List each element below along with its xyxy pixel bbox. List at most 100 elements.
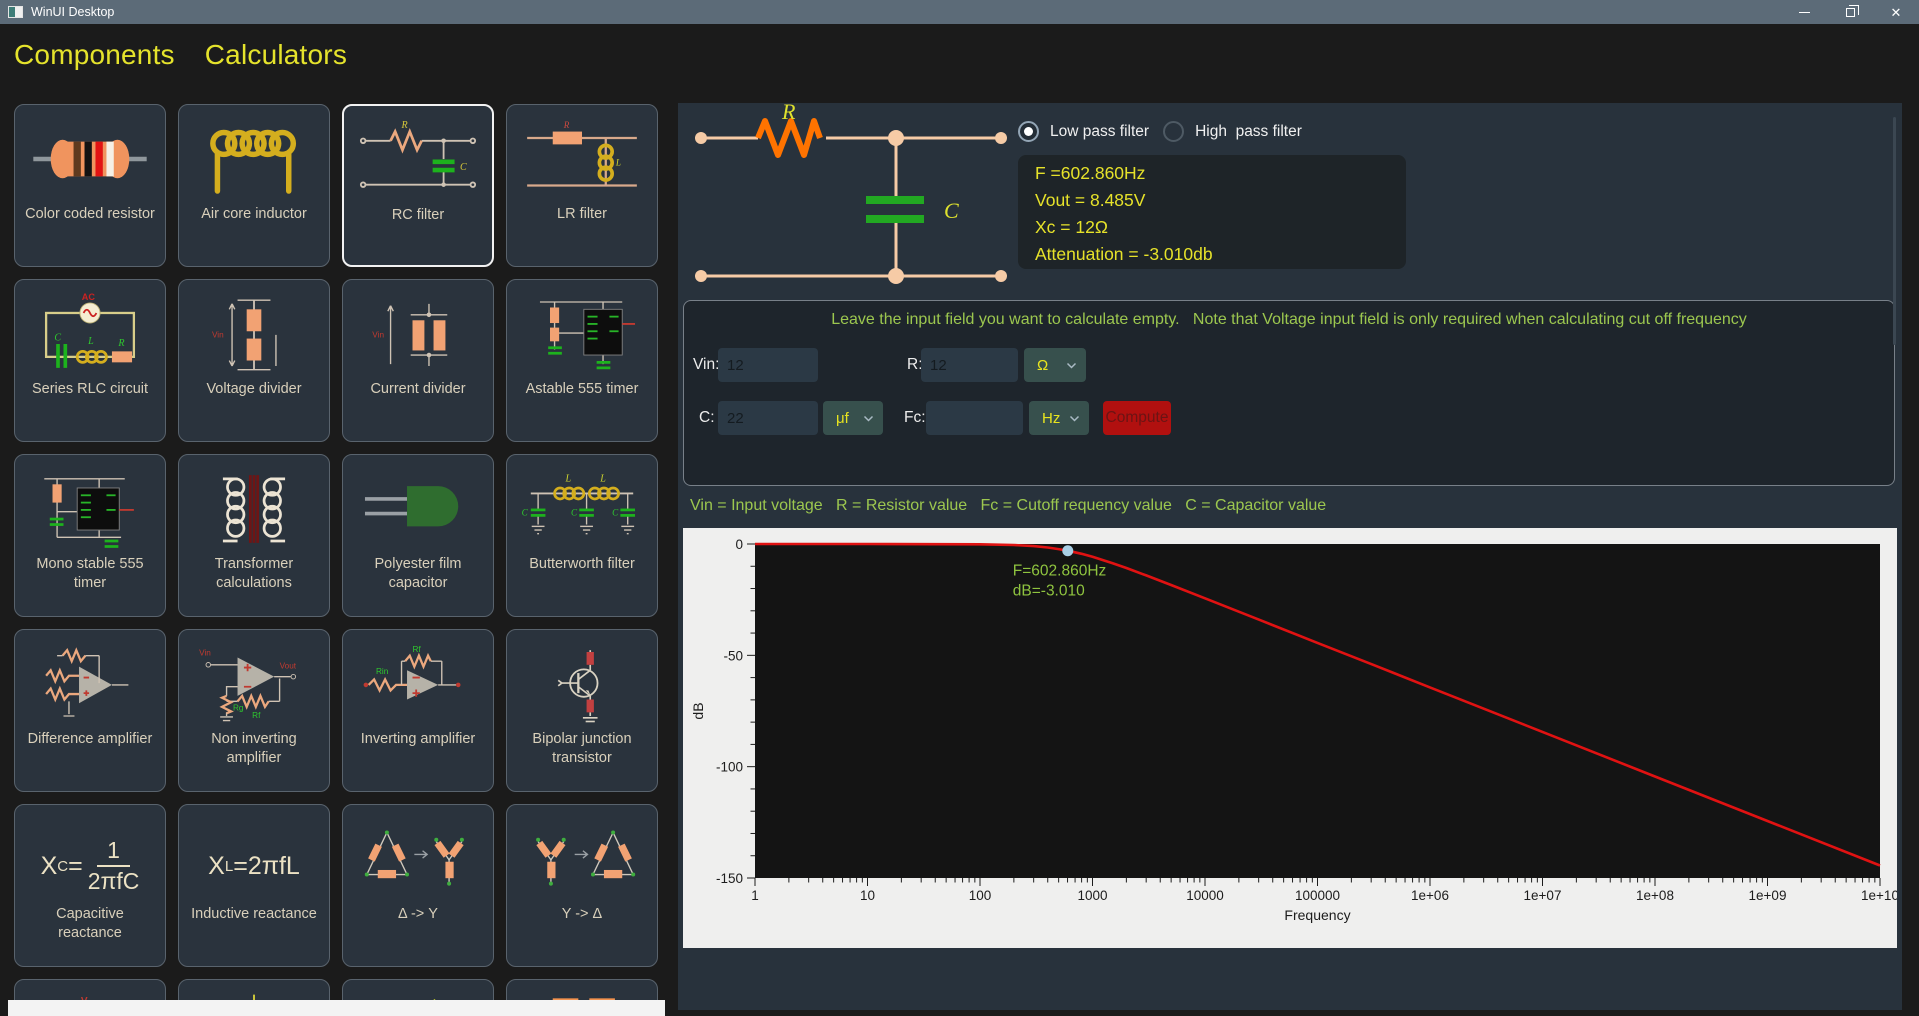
- polyester-film-capacitor-icon: [354, 455, 482, 555]
- component-card-series-rlc-circuit[interactable]: AC C L R Series RLC circuit: [14, 279, 166, 442]
- radio-dot: [1024, 127, 1033, 136]
- r-unit-select[interactable]: Ω: [1024, 348, 1086, 382]
- component-card-capacitive-reactance[interactable]: X C = 1 2πfC Capacitive reactance: [14, 804, 166, 967]
- result-line: Attenuation = -3.010db: [1035, 244, 1213, 264]
- c-label: C:: [699, 409, 715, 426]
- svg-text:Rf: Rf: [252, 711, 261, 720]
- component-card-non-inverting-amplifier[interactable]: Vin Vout Rf Rg Non inverting amplifier: [178, 629, 330, 792]
- c-unit-select[interactable]: μf: [823, 401, 883, 435]
- component-card-bipolar-junction-transistor[interactable]: Bipolar junction transistor: [506, 629, 658, 792]
- filter-type-radios: Low pass filter High pass filter: [1018, 121, 1316, 142]
- x-tick-label: 1e+08: [1636, 888, 1674, 903]
- close-icon: ✕: [1890, 4, 1902, 20]
- close-button[interactable]: ✕: [1873, 0, 1919, 24]
- fc-unit-select[interactable]: Hz: [1029, 401, 1089, 435]
- card-label: Δ -> Y: [398, 906, 438, 922]
- components-grid: Color coded resistor Air core inductor R C R…: [8, 86, 670, 1016]
- card-label: Color coded resistor: [25, 206, 155, 222]
- capacitor-plate-top: [866, 196, 924, 204]
- svg-text:Rf: Rf: [413, 645, 422, 654]
- svg-text:R: R: [401, 120, 408, 131]
- capacitor-plate-bottom: [866, 215, 924, 223]
- svg-text:L: L: [599, 474, 606, 485]
- y-tick-label: 0: [735, 537, 743, 552]
- rc-filter-icon: RC: [354, 106, 482, 206]
- restore-icon: [1845, 4, 1859, 17]
- component-card-voltage-divider[interactable]: Vin Voltage divider: [178, 279, 330, 442]
- menu-calculators[interactable]: Calculators: [205, 39, 347, 71]
- component-card-inverting-amplifier[interactable]: Rin Rf Inverting amplifier: [342, 629, 494, 792]
- low-pass-radio[interactable]: [1018, 121, 1039, 142]
- component-card-astable-555-timer[interactable]: Astable 555 timer: [506, 279, 658, 442]
- vertical-scrollbar[interactable]: [1893, 117, 1896, 345]
- chevron-down-icon: [863, 415, 874, 422]
- svg-text:Rg: Rg: [233, 704, 244, 713]
- lr-filter-icon: RL: [518, 105, 646, 205]
- component-card-y[interactable]: Δ -> Y: [342, 804, 494, 967]
- x-axis-title: Frequency: [1284, 907, 1350, 923]
- y-tick-label: -150: [716, 871, 743, 886]
- component-card-color-coded-resistor[interactable]: Color coded resistor: [14, 104, 166, 267]
- card-label: Bipolar junction transistor: [532, 731, 632, 766]
- component-card-transformer-calculations[interactable]: Transformer calculations: [178, 454, 330, 617]
- component-card-y[interactable]: Y -> Δ: [506, 804, 658, 967]
- component-card-polyester-film-capacitor[interactable]: Polyester film capacitor: [342, 454, 494, 617]
- c-input[interactable]: [718, 401, 818, 435]
- card-label: Butterworth filter: [529, 556, 635, 572]
- fc-label: Fc:: [904, 409, 926, 426]
- r-input[interactable]: [921, 348, 1018, 382]
- chevron-down-icon: [1066, 362, 1077, 369]
- restore-button[interactable]: [1827, 0, 1873, 24]
- svg-text:AC: AC: [82, 292, 96, 302]
- fc-input[interactable]: [926, 401, 1023, 435]
- horizontal-scrollbar[interactable]: [8, 1000, 665, 1016]
- color-coded-resistor-icon: [26, 105, 154, 205]
- component-card-difference-amplifier[interactable]: Difference amplifier: [14, 629, 166, 792]
- card-label: Capacitive reactance: [56, 906, 124, 941]
- vin-input[interactable]: [718, 348, 818, 382]
- capacitor-label: C: [944, 198, 959, 223]
- compute-button[interactable]: Compute: [1103, 401, 1171, 435]
- low-pass-label[interactable]: Low pass filter: [1050, 123, 1149, 141]
- component-card-current-divider[interactable]: Vin Current divider: [342, 279, 494, 442]
- svg-text:Vin: Vin: [199, 649, 211, 658]
- bode-plot: 0 -50 -100 -150 1 10 100 1000 10000 100000 1e+06 1e…: [683, 528, 1899, 948]
- card-label: Series RLC circuit: [31, 381, 149, 397]
- svg-text:R: R: [117, 338, 124, 349]
- high-pass-radio[interactable]: [1163, 121, 1185, 142]
- component-card-lr-filter[interactable]: R L LR filter: [506, 104, 658, 267]
- x-tick-label: 1e+07: [1524, 888, 1562, 903]
- card-label: Astable 555 timer: [525, 381, 639, 397]
- x-tick-label: 1: [751, 888, 759, 903]
- component-card-air-core-inductor[interactable]: Air core inductor: [178, 104, 330, 267]
- mono-stable-555-timer-icon: [26, 455, 154, 555]
- component-card-butterworth-filter[interactable]: L L C C C Butterworth filter: [506, 454, 658, 617]
- high-pass-label[interactable]: High pass filter: [1195, 123, 1302, 141]
- inductive-reactance-formula: X L = 2πfL: [208, 851, 300, 880]
- svg-text:C: C: [54, 332, 61, 343]
- bipolar-junction-transistor-icon: [518, 630, 646, 730]
- current-divider-icon: Vin: [354, 280, 482, 380]
- inverting-amplifier-icon: Rin Rf: [354, 630, 482, 730]
- app-icon: [8, 6, 23, 18]
- bode-plot-svg: 0 -50 -100 -150 1 10 100 1000 10000 100000 1e+06 1e…: [690, 537, 1899, 923]
- card-label: Air core inductor: [201, 206, 307, 222]
- cutoff-annotation-line: dB=-3.010: [1013, 583, 1085, 600]
- component-card-inductive-reactance[interactable]: X L = 2πfL Inductive reactance: [178, 804, 330, 967]
- app-window: WinUI Desktop ✕ Components Calculators C…: [0, 0, 1919, 1016]
- component-card-mono-stable-555-timer[interactable]: Mono stable 555 timer: [14, 454, 166, 617]
- transformer-icon: [190, 455, 318, 555]
- fc-unit-value: Hz: [1042, 409, 1061, 427]
- svg-text:C: C: [460, 162, 467, 173]
- svg-text:R: R: [563, 120, 570, 130]
- rc-filter-calculator: R C Low pass filter High pass filter F =…: [678, 103, 1902, 1010]
- capacitive-reactance-formula: X C = 1 2πfC: [40, 837, 140, 894]
- component-card-rc-filter[interactable]: R C RC filter: [342, 104, 494, 267]
- svg-text:L: L: [565, 474, 572, 485]
- components-panel: Color coded resistor Air core inductor R C R…: [8, 86, 670, 1016]
- minimize-button[interactable]: [1781, 0, 1827, 24]
- titlebar: WinUI Desktop ✕: [0, 0, 1919, 24]
- cutoff-annotation-line: F=602.860Hz: [1013, 563, 1107, 580]
- menu-components[interactable]: Components: [14, 39, 175, 71]
- svg-text:L: L: [87, 336, 94, 347]
